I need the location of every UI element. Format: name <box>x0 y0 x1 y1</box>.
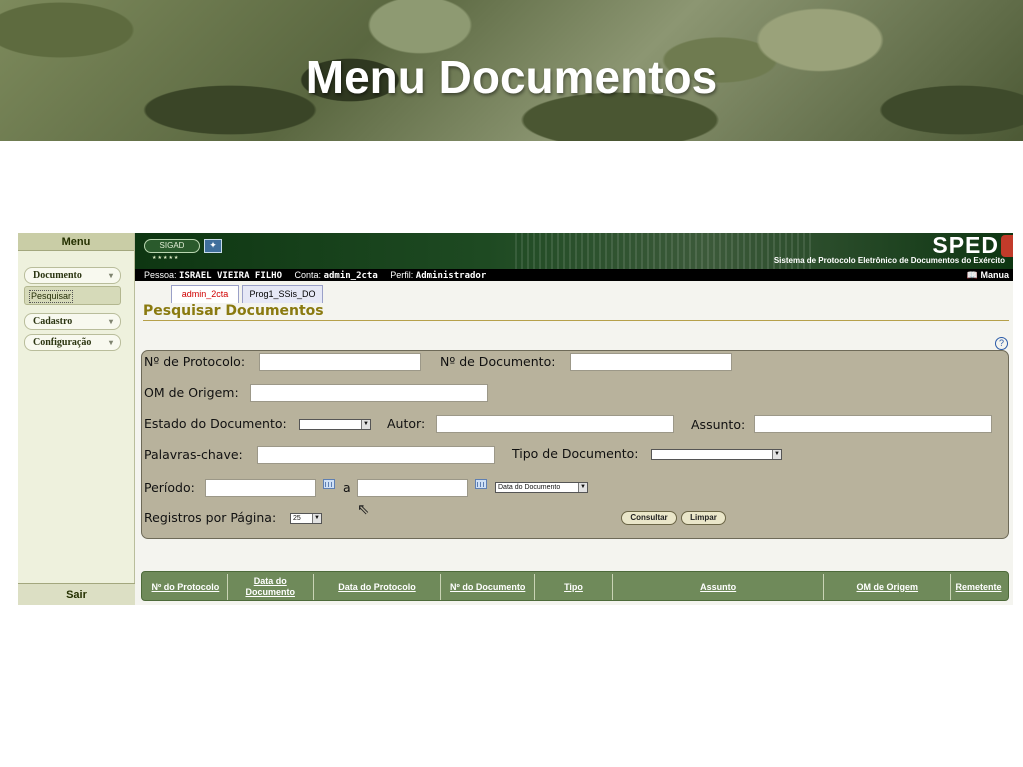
sigad-logo-text: SIGAD <box>144 239 200 253</box>
calendar-icon[interactable] <box>475 479 487 489</box>
app-header: SIGAD ★★★★★ ✦ SPED Sistema de Protocolo … <box>135 233 1013 269</box>
chevron-down-icon: ▼ <box>361 420 370 429</box>
book-icon: 📖 <box>966 270 978 280</box>
chevron-down-icon: ▼ <box>578 483 587 492</box>
account-label: Conta: <box>294 270 322 280</box>
sigad-logo[interactable]: SIGAD ★★★★★ ✦ <box>144 239 222 261</box>
column-header-origin[interactable]: OM de Origem <box>824 574 952 600</box>
column-header-protocol[interactable]: Nº do Protocolo <box>144 574 228 600</box>
sidebar-item-configuracao[interactable]: Configuração ▾ <box>24 334 121 351</box>
author-label: Autor: <box>387 416 426 431</box>
period-end-input[interactable] <box>357 479 468 497</box>
origin-input[interactable] <box>250 384 488 402</box>
army-badge-icon <box>1001 235 1013 257</box>
mouse-cursor-icon: ⇖ <box>357 500 370 518</box>
slide-banner: Menu Documentos <box>0 0 1023 141</box>
profile-label: Perfil: <box>390 270 414 280</box>
manual-link[interactable]: 📖 Manua <box>967 269 1009 281</box>
account-name: admin_2cta <box>323 271 378 281</box>
person-name: ISRAEL VIEIRA FILHO <box>179 271 282 281</box>
period-label: Período: <box>144 480 195 495</box>
sidebar-item-cadastro[interactable]: Cadastro ▾ <box>24 313 121 330</box>
search-form: Nº de Protocolo: Nº de Documento: OM de … <box>141 350 1009 539</box>
date-type-select[interactable]: Data do Documento ▼ <box>495 482 588 493</box>
sidebar-item-documento[interactable]: Documento ▾ <box>24 267 121 284</box>
consult-button[interactable]: Consultar <box>621 511 677 525</box>
document-number-input[interactable] <box>570 353 732 371</box>
eagle-emblem-icon: ✦ <box>204 239 222 253</box>
origin-label: OM de Origem: <box>144 385 239 400</box>
stars-icon: ★★★★★ <box>152 255 180 261</box>
column-header-document-date[interactable]: Data do Documento <box>228 574 314 600</box>
document-number-label: Nº de Documento: <box>440 354 556 369</box>
chevron-down-icon: ▾ <box>108 271 113 280</box>
column-header-sender[interactable]: Remetente <box>951 574 1006 600</box>
column-header-protocol-date[interactable]: Data do Protocolo <box>314 574 442 600</box>
help-icon[interactable]: ? <box>995 337 1008 350</box>
keywords-input[interactable] <box>257 446 495 464</box>
subject-label: Assunto: <box>691 417 746 432</box>
manual-label: Manua <box>980 270 1009 280</box>
sidebar-header: Menu <box>18 233 134 251</box>
chevron-down-icon: ▾ <box>108 317 113 326</box>
chevron-down-icon: ▼ <box>312 514 321 523</box>
profile-name: Administrador <box>415 271 487 281</box>
document-state-label: Estado do Documento: <box>144 416 287 431</box>
subject-input[interactable] <box>754 415 992 433</box>
page-title: Pesquisar Documentos <box>143 303 1009 321</box>
date-type-selected: Data do Documento <box>498 484 561 491</box>
logout-button[interactable]: Sair <box>18 583 135 605</box>
chevron-down-icon: ▼ <box>772 450 781 459</box>
tab-prog1-ssis-do[interactable]: Prog1_SSis_DO <box>242 285 323 303</box>
column-header-document-number[interactable]: Nº do Documento <box>441 574 536 600</box>
column-header-type[interactable]: Tipo <box>535 574 613 600</box>
period-start-input[interactable] <box>205 479 316 497</box>
sidebar-item-label: Configuração <box>33 337 92 348</box>
results-table-header: Nº do Protocolo Data do Documento Data d… <box>141 571 1009 601</box>
slide-title: Menu Documentos <box>305 51 718 103</box>
clear-button[interactable]: Limpar <box>681 511 726 525</box>
user-info-bar: Pessoa: ISRAEL VIEIRA FILHO Conta: admin… <box>135 269 1013 281</box>
sped-brand: SPED <box>932 233 999 258</box>
sidebar-item-label: Cadastro <box>33 316 73 327</box>
protocol-number-label: Nº de Protocolo: <box>144 354 246 369</box>
period-separator: a <box>343 480 351 495</box>
document-type-label: Tipo de Documento: <box>512 446 639 461</box>
column-header-subject[interactable]: Assunto <box>613 574 825 600</box>
document-state-select[interactable]: ▼ <box>299 419 371 430</box>
sped-subtitle: Sistema de Protocolo Eletrônico de Docum… <box>773 256 1005 265</box>
app-screenshot: Menu Documento ▾ Pesquisar Cadastro ▾ Co… <box>18 233 1013 605</box>
sidebar: Menu Documento ▾ Pesquisar Cadastro ▾ Co… <box>18 233 135 605</box>
records-per-page-select[interactable]: 25 ▼ <box>290 513 322 524</box>
person-label: Pessoa: <box>144 270 177 280</box>
document-type-select[interactable]: ▼ <box>651 449 782 460</box>
records-per-page-value: 25 <box>293 515 301 522</box>
sidebar-subitem-label: Pesquisar <box>29 290 74 303</box>
tab-admin-2cta[interactable]: admin_2cta <box>171 285 239 303</box>
sidebar-subitem-pesquisar[interactable]: Pesquisar <box>24 286 121 305</box>
chevron-down-icon: ▾ <box>108 338 113 347</box>
protocol-number-input[interactable] <box>259 353 421 371</box>
records-per-page-label: Registros por Página: <box>144 510 277 525</box>
calendar-icon[interactable] <box>323 479 335 489</box>
keywords-label: Palavras-chave: <box>144 447 243 462</box>
sidebar-item-label: Documento <box>33 270 82 281</box>
author-input[interactable] <box>436 415 674 433</box>
